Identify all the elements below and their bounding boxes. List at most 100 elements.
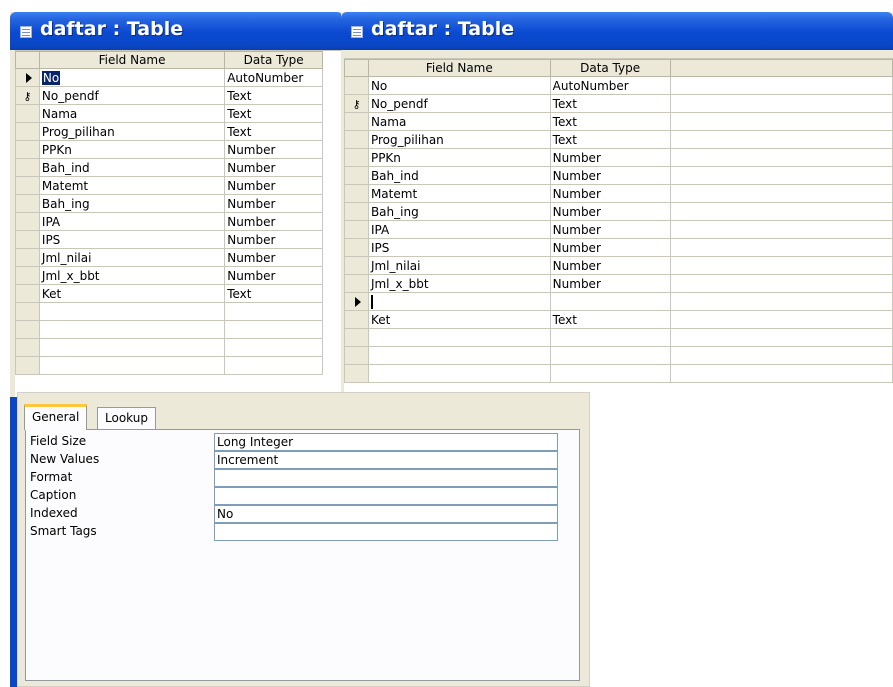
row-selector[interactable] xyxy=(344,274,369,293)
field-row[interactable] xyxy=(15,320,343,339)
description-cell[interactable] xyxy=(669,148,893,167)
field-name-cell[interactable]: IPA xyxy=(367,220,551,239)
tab-general[interactable]: General xyxy=(24,404,88,430)
data-type-cell[interactable] xyxy=(224,302,324,321)
data-type-cell[interactable]: Number xyxy=(549,256,671,275)
field-name-cell[interactable] xyxy=(38,320,226,339)
field-name-cell[interactable]: Bah_ind xyxy=(38,158,226,177)
description-cell[interactable] xyxy=(669,256,893,275)
data-type-cell[interactable]: Number xyxy=(549,166,671,185)
data-type-cell[interactable]: Number xyxy=(549,202,671,221)
row-selector[interactable] xyxy=(344,256,369,275)
field-row[interactable]: IPS Number xyxy=(344,238,893,257)
field-name-cell[interactable]: Jml_nilai xyxy=(367,256,551,275)
row-selector[interactable] xyxy=(15,122,40,141)
row-selector[interactable] xyxy=(344,364,369,383)
field-name-cell[interactable]: Nama xyxy=(367,112,551,131)
field-row[interactable]: Prog_pilihan Text xyxy=(15,122,343,141)
data-type-cell[interactable] xyxy=(224,338,324,357)
field-name-cell[interactable]: Prog_pilihan xyxy=(38,122,226,141)
field-row[interactable]: Jml_nilai Number xyxy=(15,248,343,267)
row-selector[interactable] xyxy=(344,346,369,365)
description-cell[interactable] xyxy=(669,112,893,131)
row-selector[interactable] xyxy=(15,140,40,159)
field-name-cell[interactable]: IPA xyxy=(38,212,226,231)
field-row[interactable]: Nama Text xyxy=(15,104,343,123)
row-selector[interactable] xyxy=(344,166,369,185)
property-value-field[interactable] xyxy=(214,487,558,505)
data-type-cell[interactable]: Number xyxy=(224,140,324,159)
data-type-cell[interactable]: Number xyxy=(224,194,324,213)
property-value-field[interactable]: Long Integer xyxy=(214,433,558,451)
field-row[interactable]: Nama Text xyxy=(344,112,893,131)
data-type-cell[interactable]: Text xyxy=(549,310,671,329)
field-row[interactable]: IPA Number xyxy=(15,212,343,231)
field-name-cell[interactable] xyxy=(367,292,551,311)
field-row[interactable]: Prog_pilihan Text xyxy=(344,130,893,149)
data-type-cell[interactable] xyxy=(549,292,671,311)
field-row[interactable]: Ket Text xyxy=(344,310,893,329)
data-type-cell[interactable]: Text xyxy=(224,122,324,141)
data-type-cell[interactable]: Number xyxy=(549,274,671,293)
data-type-cell[interactable] xyxy=(549,364,671,383)
description-cell[interactable] xyxy=(669,346,893,365)
field-name-cell[interactable]: Bah_ind xyxy=(367,166,551,185)
title-bar[interactable]: daftar : Table xyxy=(10,12,343,50)
row-selector[interactable] xyxy=(344,238,369,257)
row-selector[interactable] xyxy=(15,266,40,285)
description-cell[interactable] xyxy=(669,184,893,203)
row-selector[interactable] xyxy=(15,212,40,231)
field-row[interactable] xyxy=(344,346,893,365)
field-row[interactable]: PPKn Number xyxy=(15,140,343,159)
row-selector[interactable]: ⚷ xyxy=(344,94,369,113)
data-type-cell[interactable]: Number xyxy=(224,266,324,285)
field-row[interactable]: Bah_ind Number xyxy=(344,166,893,185)
data-type-cell[interactable]: Text xyxy=(224,104,324,123)
data-type-header[interactable]: Data Type xyxy=(549,59,671,77)
data-type-cell[interactable]: Number xyxy=(224,212,324,231)
data-type-cell[interactable]: Text xyxy=(224,284,324,303)
row-selector-header[interactable] xyxy=(344,59,369,77)
row-selector[interactable] xyxy=(344,202,369,221)
row-selector[interactable] xyxy=(15,284,40,303)
field-row[interactable] xyxy=(344,292,893,311)
row-selector[interactable] xyxy=(15,230,40,249)
field-name-header[interactable]: Field Name xyxy=(38,51,226,69)
field-row[interactable]: IPS Number xyxy=(15,230,343,249)
property-value-field[interactable]: Increment xyxy=(214,451,558,469)
data-type-cell[interactable]: Number xyxy=(549,238,671,257)
row-selector[interactable] xyxy=(15,104,40,123)
field-name-cell[interactable]: Ket xyxy=(38,284,226,303)
data-type-cell[interactable] xyxy=(549,346,671,365)
data-type-cell[interactable] xyxy=(224,320,324,339)
field-name-cell[interactable] xyxy=(367,346,551,365)
row-selector[interactable] xyxy=(15,158,40,177)
data-type-cell[interactable] xyxy=(224,356,324,375)
row-selector[interactable] xyxy=(344,292,369,311)
field-row[interactable] xyxy=(344,364,893,383)
row-selector[interactable] xyxy=(15,356,40,375)
field-row[interactable]: IPA Number xyxy=(344,220,893,239)
field-name-cell[interactable]: No_pendf xyxy=(367,94,551,113)
description-cell[interactable] xyxy=(669,76,893,95)
field-row[interactable]: Bah_ing Number xyxy=(15,194,343,213)
description-cell[interactable] xyxy=(669,292,893,311)
field-name-cell[interactable]: Jml_nilai xyxy=(38,248,226,267)
data-type-cell[interactable]: Text xyxy=(224,86,324,105)
data-type-cell[interactable]: Number xyxy=(224,176,324,195)
data-type-cell[interactable]: Text xyxy=(549,112,671,131)
description-cell[interactable] xyxy=(669,220,893,239)
field-row[interactable]: No AutoNumber xyxy=(15,68,343,87)
description-cell[interactable] xyxy=(669,130,893,149)
row-selector[interactable] xyxy=(344,328,369,347)
field-name-cell[interactable]: Nama xyxy=(38,104,226,123)
data-type-cell[interactable] xyxy=(549,328,671,347)
field-name-cell[interactable] xyxy=(38,356,226,375)
description-cell[interactable] xyxy=(669,166,893,185)
tab-lookup[interactable]: Lookup xyxy=(97,407,156,429)
field-name-cell[interactable]: Ket xyxy=(367,310,551,329)
description-cell[interactable] xyxy=(669,202,893,221)
description-cell[interactable] xyxy=(669,364,893,383)
field-name-cell[interactable]: Matemt xyxy=(367,184,551,203)
field-name-header[interactable]: Field Name xyxy=(367,59,551,77)
